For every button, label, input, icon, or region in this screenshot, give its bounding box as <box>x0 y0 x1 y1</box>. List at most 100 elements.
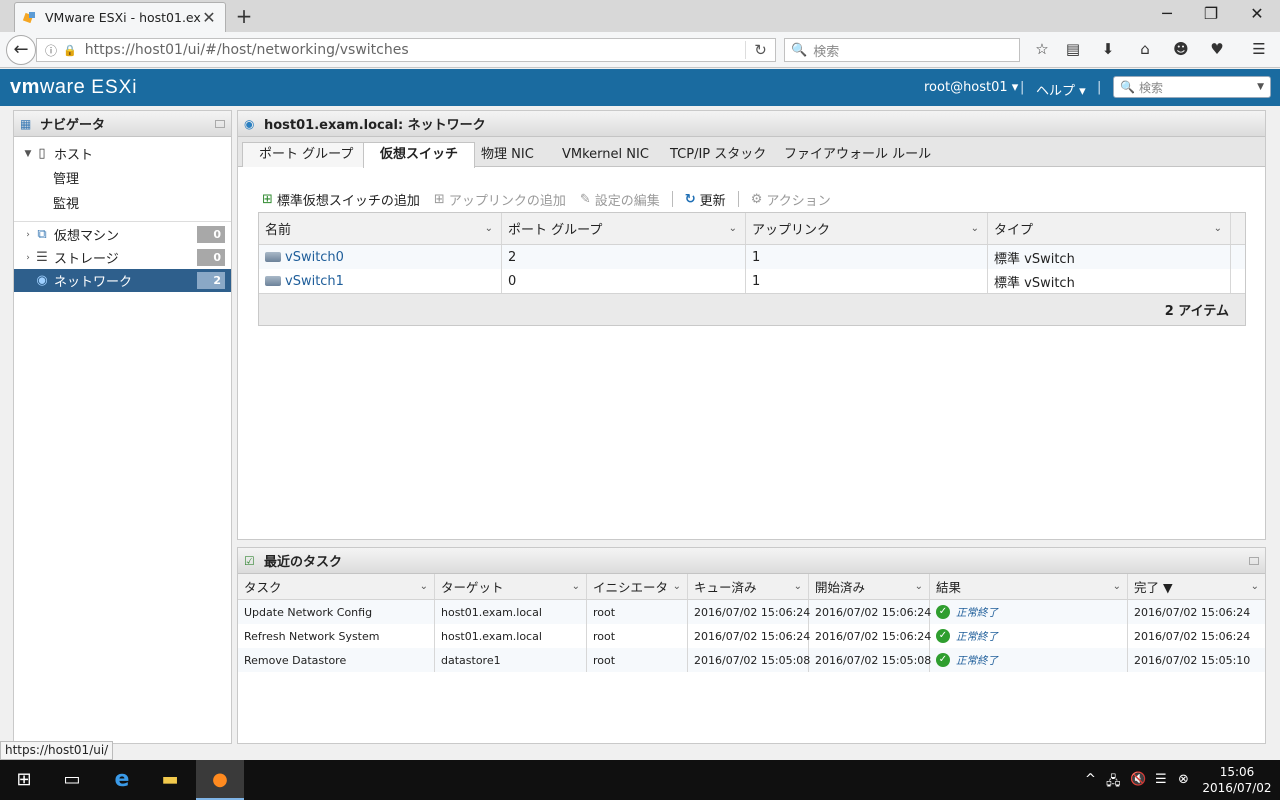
network-tray-icon[interactable]: 🖧 <box>1106 772 1121 794</box>
bookmark-star-icon[interactable]: ☆ <box>1031 40 1053 60</box>
table-row[interactable]: vSwitch0 2 1 標準 vSwitch <box>259 245 1245 269</box>
search-icon: 🔍 <box>791 42 808 58</box>
firefox-icon[interactable]: ● <box>196 760 244 800</box>
restore-window-icon[interactable]: ❐ <box>1200 4 1222 23</box>
chevron-down-icon[interactable]: ▼ <box>1257 82 1264 92</box>
expand-toggle-icon[interactable]: › <box>22 230 34 240</box>
browser-tab-bar: VMware ESXi - host01.exa… ✕ + ─ ❐ ✕ <box>0 0 1280 32</box>
chevron-up-icon[interactable]: ^ <box>1085 772 1096 787</box>
actions-button[interactable]: ⚙ アクション <box>751 190 831 209</box>
url-bar[interactable]: ⓘ 🔒 https://host01/ui/#/host/networking/… <box>36 38 776 62</box>
column-name[interactable]: 名前 ⌄ <box>259 213 502 244</box>
minimize-window-icon[interactable]: ─ <box>1156 4 1178 23</box>
nav-storage[interactable]: › ☰ ストレージ 0 <box>14 246 231 269</box>
browser-search-input[interactable]: 🔍 検索 <box>784 38 1020 62</box>
download-icon[interactable]: ⬇ <box>1097 40 1119 60</box>
navigator-header: ▦ ナビゲータ <box>14 111 231 137</box>
browser-tab[interactable]: VMware ESXi - host01.exa… ✕ <box>14 2 226 32</box>
chevron-down-icon: ⌄ <box>1250 581 1259 592</box>
tab-virtual-switches[interactable]: 仮想スイッチ <box>363 142 476 168</box>
collapse-icon[interactable] <box>215 119 225 128</box>
close-window-icon[interactable]: ✕ <box>1246 4 1268 23</box>
clock[interactable]: 15:06 2016/07/02 <box>1202 764 1272 796</box>
help-menu[interactable]: ヘルプ ▾ <box>1036 80 1086 99</box>
vswitch-link[interactable]: vSwitch0 <box>285 250 344 265</box>
edge-icon[interactable]: e <box>98 760 146 800</box>
file-explorer-icon[interactable]: ▬ <box>146 760 194 800</box>
new-tab-button[interactable]: + <box>233 4 255 28</box>
vswitch-table: 名前 ⌄ ポート グループ ⌄ アップリンク ⌄ タイプ ⌄ vSwitch0 2 1 … <box>258 212 1246 326</box>
url-text[interactable]: https://host01/ui/#/host/networking/vswi… <box>85 42 745 58</box>
menu-icon[interactable]: ☰ <box>1248 40 1270 60</box>
host-icon: ▯ <box>38 146 46 161</box>
reading-list-icon[interactable]: ▤ <box>1062 40 1084 60</box>
success-icon: ✓ <box>936 605 950 619</box>
nav-network[interactable]: ◉ ネットワーク 2 <box>14 269 231 292</box>
add-switch-button[interactable]: ⊞ 標準仮想スイッチの追加 <box>262 190 420 209</box>
chat-icon[interactable]: ☻ <box>1170 40 1192 60</box>
add-uplink-icon: ⊞ <box>433 191 445 207</box>
back-button[interactable]: ← <box>6 35 36 65</box>
home-icon[interactable]: ⌂ <box>1134 40 1156 60</box>
notification-close-icon[interactable]: ⊗ <box>1178 772 1189 787</box>
vswitch-link[interactable]: vSwitch1 <box>285 274 344 289</box>
tab-physical-nics[interactable]: 物理 NIC <box>464 142 551 167</box>
count-badge: 0 <box>197 249 225 266</box>
user-menu[interactable]: root@host01 ▾ <box>924 80 1018 95</box>
vmware-favicon-icon <box>23 11 37 25</box>
task-row[interactable]: Refresh Network System host01.exam.local… <box>238 624 1265 648</box>
nav-virtual-machines[interactable]: › ⧉ 仮想マシン 0 <box>14 223 231 246</box>
chevron-down-icon: ⌄ <box>571 581 580 592</box>
reload-icon[interactable]: ↻ <box>745 41 775 59</box>
info-icon[interactable]: ⓘ <box>45 42 57 59</box>
add-uplink-button[interactable]: ⊞ アップリンクの追加 <box>434 190 566 209</box>
search-icon: 🔍 <box>1120 80 1135 94</box>
column-type[interactable]: タイプ ⌄ <box>988 213 1231 244</box>
column-port-groups[interactable]: ポート グループ ⌄ <box>502 213 746 244</box>
edit-settings-button[interactable]: ✎ 設定の編集 <box>580 190 660 209</box>
chevron-down-icon: ⌄ <box>1213 223 1222 234</box>
expand-toggle-icon[interactable]: › <box>22 253 34 263</box>
table-row[interactable]: vSwitch1 0 1 標準 vSwitch <box>259 269 1245 293</box>
tab-firewall-rules[interactable]: ファイアウォール ルール <box>767 142 948 167</box>
lock-icon: 🔒 <box>63 43 77 57</box>
status-url-tooltip: https://host01/ui/ <box>0 741 114 760</box>
action-center-icon[interactable]: ☰ <box>1155 772 1167 787</box>
network-panel-header: ◉ host01.exam.local: ネットワーク <box>238 111 1265 137</box>
column-uplinks[interactable]: アップリンク ⌄ <box>746 213 988 244</box>
tab-tcpip-stacks[interactable]: TCP/IP スタック <box>653 142 783 167</box>
task-view-icon[interactable]: ▭ <box>48 760 96 800</box>
close-tab-icon[interactable]: ✕ <box>201 8 217 27</box>
start-button[interactable]: ⊞ <box>0 760 48 800</box>
task-row[interactable]: Remove Datastore datastore1 root 2016/07… <box>238 648 1265 672</box>
task-row[interactable]: Update Network Config host01.exam.local … <box>238 600 1265 624</box>
nav-host-manage[interactable]: 管理 <box>53 168 79 187</box>
pocket-icon[interactable]: ♥ <box>1206 40 1228 60</box>
refresh-button[interactable]: ↻ 更新 <box>685 190 726 209</box>
nav-host-monitor[interactable]: 監視 <box>53 193 79 212</box>
count-badge: 2 <box>197 272 225 289</box>
browser-nav-bar: ← ⓘ 🔒 https://host01/ui/#/host/networkin… <box>0 32 1280 68</box>
browser-search-placeholder: 検索 <box>813 44 840 60</box>
collapse-icon[interactable] <box>1249 556 1259 565</box>
table-footer: 2 アイテム <box>259 293 1245 325</box>
network-icon: ◉ <box>244 116 255 131</box>
nav-host[interactable]: ▼ ▯ ホスト <box>14 142 231 165</box>
volume-muted-icon[interactable]: 🔇 <box>1130 772 1146 787</box>
tab-port-groups[interactable]: ポート グループ <box>242 142 371 167</box>
expand-toggle-icon[interactable]: ▼ <box>22 149 34 159</box>
chevron-down-icon: ⌄ <box>419 581 428 592</box>
tasks-header: ☑ 最近のタスク <box>238 548 1265 574</box>
gear-icon: ⚙ <box>750 191 763 207</box>
browser-tab-title: VMware ESXi - host01.exa… <box>45 10 201 25</box>
tab-vmkernel-nics[interactable]: VMkernel NIC <box>545 142 666 167</box>
toolbar-separator <box>737 191 739 207</box>
header-search-input[interactable]: 🔍 検索 ▼ <box>1113 76 1271 98</box>
tasks-table-header: タスク ⌄ ターゲット ⌄ イニシエータ ⌄ キュー済み ⌄ 開始済み ⌄ 結果 ⌄ 完了 … <box>238 574 1265 600</box>
vmware-logo: vmware ESXi <box>10 76 138 98</box>
chevron-down-icon: ⌄ <box>970 223 979 234</box>
chevron-down-icon: ⌄ <box>914 581 923 592</box>
panel-title: host01.exam.local: ネットワーク <box>264 118 486 133</box>
tasks-title: 最近のタスク <box>264 555 343 570</box>
storage-icon: ☰ <box>36 250 48 265</box>
